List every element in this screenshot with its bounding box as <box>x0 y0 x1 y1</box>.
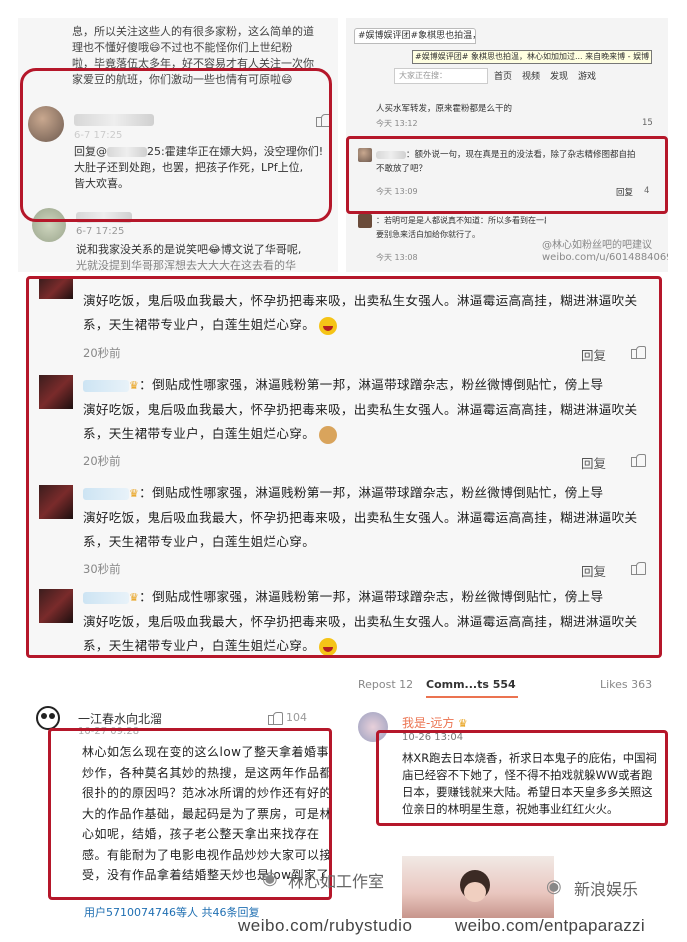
username-blurred[interactable] <box>83 487 129 500</box>
tab-bar: Repost 12 Comm...ts 554 Likes 363 <box>346 676 668 698</box>
active-tab-indicator <box>426 696 518 698</box>
tooltip: #娱博娱评团# 象棋思也拍温，林心如加加过... 来自晚来博 - 娱博 <box>412 50 652 64</box>
vip-badge-icon: ♛ <box>129 591 140 604</box>
comment-text: 演好吃饭，鬼后吸血我最大，怀孕扔把毒来吸，出卖私生女强人。淋逼霉运高高挂，糊进淋… <box>83 289 659 337</box>
like-icon[interactable] <box>631 454 646 467</box>
reply-button[interactable]: 回复 <box>581 561 606 580</box>
highlight-frame <box>20 68 332 222</box>
comment-time: 今天 13:12 <box>376 119 418 128</box>
watermark-url: weibo.com/u/6014884069 <box>542 252 668 263</box>
tab-comments[interactable]: Comm...ts 554 <box>426 678 516 691</box>
vip-badge-icon: ♛ <box>129 487 140 500</box>
comment-time: 20秒前 <box>83 346 121 360</box>
comment-text: ：若明可是是人都说真不知道：所以多看到在一段后就改成 要别急来活白加给你就行了。 <box>376 216 546 239</box>
vip-badge-icon: ♛ <box>129 379 140 392</box>
attached-photo[interactable] <box>402 856 554 918</box>
comment-time: 30秒前 <box>83 562 121 576</box>
weibo-logo-icon: ◉ <box>262 868 278 888</box>
panda-avatar-icon[interactable] <box>36 706 60 730</box>
top-nav: 首页 视频 发现 游戏 <box>494 69 596 82</box>
dog-emoji-icon <box>319 425 338 444</box>
middle-comments-panel: 演好吃饭，鬼后吸血我最大，怀孕扔把毒来吸，出卖私生女强人。淋逼霉运高高挂，糊进淋… <box>26 276 662 658</box>
vip-badge-icon: ♛ <box>454 717 468 730</box>
like-count: 104 <box>286 711 307 724</box>
comment-text: ♛：倒贴成性哪家强，淋逼贱粉第一邦，淋逼带球蹭杂志，粉丝微博倒贴忙，傍上导 演好… <box>83 585 659 655</box>
search-input[interactable]: 大家正在搜： <box>394 68 488 84</box>
comment-time: 今天 13:08 <box>376 253 418 262</box>
comment-text: ♛：倒贴成性哪家强，淋逼贱粉第一邦，淋逼带球蹭杂志，粉丝微博倒贴忙，傍上导 演好… <box>83 373 659 446</box>
like-icon[interactable] <box>268 712 283 725</box>
comment-username[interactable]: 我是-远方 ♛ <box>402 714 468 731</box>
reply-button[interactable]: 回复 <box>581 453 606 472</box>
reply-summary[interactable]: 用户5710074746等人 共46条回复 <box>84 904 259 918</box>
username-blurred[interactable] <box>83 591 129 604</box>
avatar[interactable] <box>39 589 73 623</box>
like-count[interactable]: 15 <box>642 118 653 128</box>
watermark-text: @林心如粉丝吧的吧建议 <box>542 240 652 251</box>
tab-title: #娱博娱评团# <box>358 31 419 41</box>
watermark-url-left: weibo.com/rubystudio <box>238 916 413 935</box>
highlight-frame <box>376 730 668 826</box>
avatar[interactable] <box>39 485 73 519</box>
nav-home[interactable]: 首页 <box>494 69 512 82</box>
browser-tab[interactable]: #娱博娱评团#象棋思也拍温，林心如加加过... <box>354 28 476 44</box>
avatar[interactable] <box>39 279 73 299</box>
nav-discover[interactable]: 发现 <box>550 69 568 82</box>
comment-text: 人买水军转发，原来霍粉都是么干的 <box>376 104 513 114</box>
highlight-frame <box>346 136 668 214</box>
comment-username[interactable]: 一江春水向北溜 <box>78 710 162 727</box>
reply-button[interactable]: 回复 <box>581 345 606 364</box>
nav-video[interactable]: 视频 <box>522 69 540 82</box>
laugh-emoji-icon <box>319 637 338 655</box>
comment-text: ♛：倒贴成性哪家强，淋逼贱粉第一邦，淋逼带球蹭杂志，粉丝微博倒贴忙，傍上导 演好… <box>83 485 638 549</box>
comment-time: 6-7 17:25 <box>76 226 125 237</box>
avatar[interactable] <box>39 375 73 409</box>
watermark-sina-name: 新浪娱乐 <box>574 882 639 899</box>
like-icon[interactable] <box>631 562 646 575</box>
avatar[interactable] <box>358 214 372 228</box>
watermark-studio-name: 林心如工作室 <box>288 874 385 891</box>
username-blurred[interactable] <box>83 379 129 392</box>
weibo-logo-icon: ◉ <box>546 876 562 896</box>
nav-games[interactable]: 游戏 <box>578 69 596 82</box>
laugh-emoji-icon <box>319 316 338 335</box>
comment-text: 说和我家没关系的是说笑吧😂博文说了华哥呢, 光就没提到华哥那浑想去大大大在这去看… <box>76 243 302 272</box>
comment-time: 20秒前 <box>83 454 121 468</box>
watermark-url-right: weibo.com/entpaparazzi <box>455 916 645 935</box>
like-icon[interactable] <box>631 346 646 359</box>
tab-likes[interactable]: Likes 363 <box>600 678 652 691</box>
tab-repost[interactable]: Repost 12 <box>358 678 413 691</box>
